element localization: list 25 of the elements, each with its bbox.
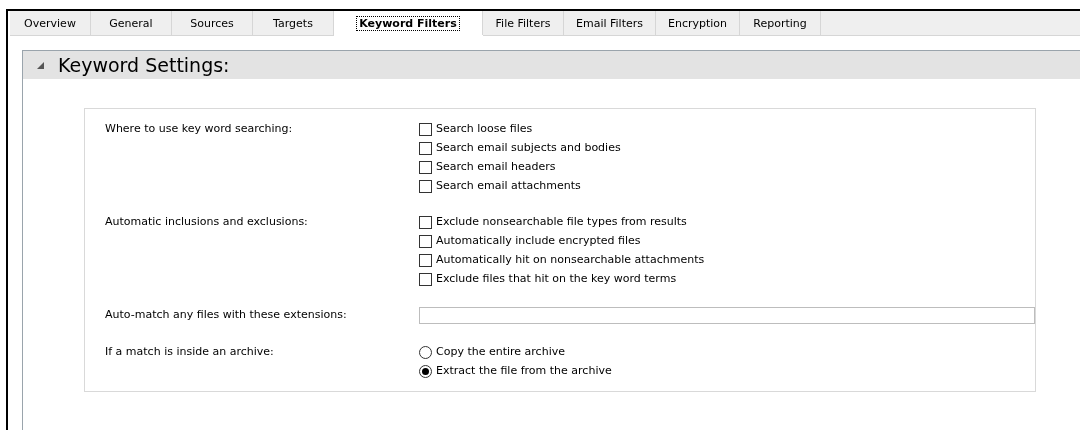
radio-option[interactable]: Extract the file from the archive [419,363,1035,379]
setting-label: Auto-match any files with these extensions: [105,307,348,323]
checkbox-option[interactable]: Search email subjects and bodies [419,140,1035,156]
collapse-triangle-icon[interactable] [37,61,44,69]
tab[interactable]: Encryption [656,11,741,36]
checkbox-option[interactable]: Search email headers [419,159,1035,175]
checkbox-option[interactable]: Automatically hit on nonsearchable attachments [419,252,1035,268]
checkbox-option[interactable]: Exclude nonsearchable file types from results [419,214,1035,230]
checkbox-option[interactable]: Exclude files that hit on the key word terms [419,271,1035,287]
extensions-field[interactable] [419,307,1035,324]
checkbox-option[interactable]: Search email attachments [419,178,1035,194]
tab[interactable]: File Filters [483,11,564,36]
tab[interactable]: Reporting [740,11,822,36]
tab[interactable]: Targets [253,11,334,36]
tab[interactable]: Email Filters [564,11,656,36]
tab[interactable]: Overview [10,11,91,36]
tab[interactable]: General [91,11,172,36]
setting-label: Automatic inclusions and exclusions: [105,214,309,230]
tab[interactable]: Sources [172,11,253,36]
radio-option[interactable]: Copy the entire archive [419,344,1035,360]
setting-label: Where to use key word searching: [105,121,294,137]
section-title: Keyword Settings: [58,54,230,76]
checkbox-option[interactable]: Search loose files [419,121,1035,137]
setting-label: If a match is inside an archive: [105,344,275,360]
checkbox-option[interactable]: Automatically include encrypted files [419,233,1035,249]
